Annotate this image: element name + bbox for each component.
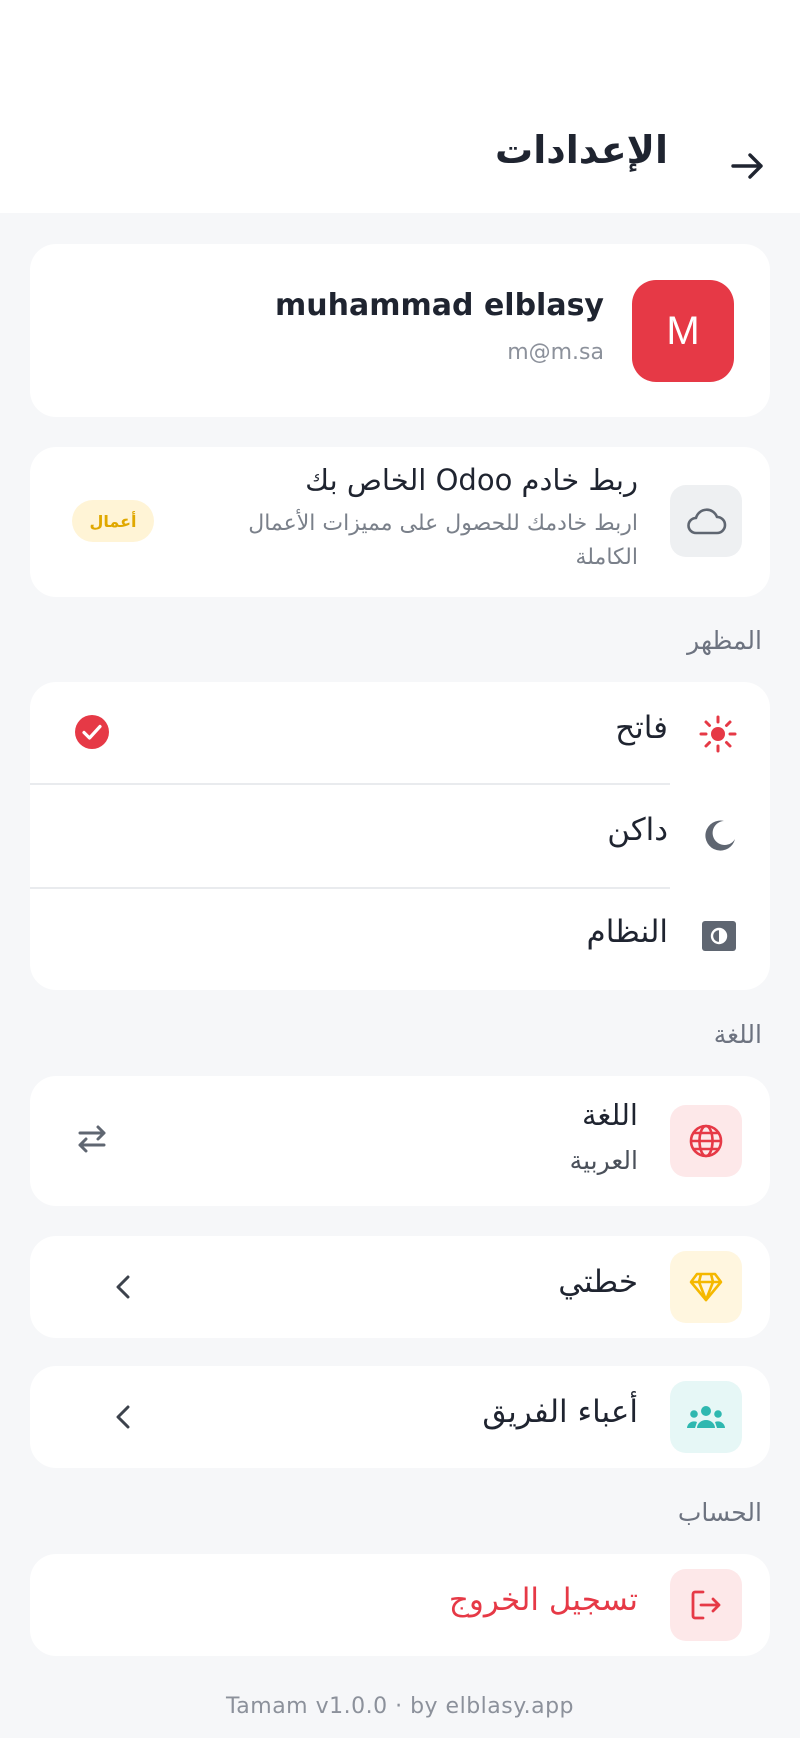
theme-option-light[interactable]: فاتح <box>30 682 770 784</box>
cloud-icon <box>687 508 727 535</box>
theme-option-dark[interactable]: داكن <box>30 785 770 887</box>
diamond-icon <box>689 1272 723 1302</box>
arrow-right-icon <box>731 153 763 179</box>
globe-icon <box>689 1124 723 1158</box>
theme-option-label: داكن <box>607 812 668 848</box>
app-header: الإعدادات <box>0 0 800 213</box>
app-version-footer: Tamam v1.0.0 · by elblasy.app <box>225 1694 575 1719</box>
business-badge: أعمال <box>72 500 154 542</box>
account-section-label: الحساب <box>677 1498 762 1527</box>
odoo-icon-tile <box>670 485 742 557</box>
team-icon-tile <box>670 1381 742 1453</box>
language-section-label: اللغة <box>713 1020 762 1049</box>
profile-card[interactable]: M muhammad elblasy m@m.sa <box>30 244 770 417</box>
odoo-description: اربط خادمك للحصول على مميزات الأعمال الك… <box>248 511 638 570</box>
language-title: اللغة <box>581 1098 638 1132</box>
odoo-title: ربط خادم Odoo الخاص بك <box>305 463 638 497</box>
logout-label: تسجيل الخروج <box>448 1582 638 1618</box>
brightness-icon <box>702 921 736 951</box>
appearance-section-label: المظهر <box>687 626 762 655</box>
appearance-card: فاتح داكن النظام <box>30 682 770 990</box>
avatar-initial: M <box>666 308 700 353</box>
profile-name: muhammad elblasy <box>275 288 604 323</box>
profile-email: m@m.sa <box>507 340 604 365</box>
theme-option-label: فاتح <box>615 710 668 746</box>
odoo-connect-card[interactable]: ربط خادم Odoo الخاص بك اربط خادمك للحصول… <box>30 447 770 597</box>
team-card[interactable]: أعباء الفريق <box>30 1366 770 1468</box>
moon-icon <box>702 817 738 853</box>
chevron-left-icon <box>108 1402 138 1432</box>
team-icon <box>687 1406 725 1428</box>
language-value: العربية <box>569 1146 638 1175</box>
sun-icon <box>698 714 738 754</box>
theme-option-system[interactable]: النظام <box>30 889 770 990</box>
language-swap-button[interactable] <box>74 1122 110 1156</box>
logout-icon <box>691 1590 721 1620</box>
logout-icon-tile <box>670 1569 742 1641</box>
swap-icon <box>78 1125 106 1153</box>
page-title: الإعدادات <box>495 128 668 172</box>
chevron-left-icon <box>108 1272 138 1302</box>
plan-icon-tile <box>670 1251 742 1323</box>
my-plan-label: خطتي <box>558 1264 638 1300</box>
check-circle-icon <box>74 714 110 750</box>
avatar: M <box>632 280 734 382</box>
language-icon-tile <box>670 1105 742 1177</box>
language-card[interactable]: اللغة العربية <box>30 1076 770 1206</box>
logout-card[interactable]: تسجيل الخروج <box>30 1554 770 1656</box>
team-label: أعباء الفريق <box>482 1394 638 1430</box>
theme-option-label: النظام <box>586 914 668 950</box>
my-plan-card[interactable]: خطتي <box>30 1236 770 1338</box>
back-button[interactable] <box>726 146 770 186</box>
